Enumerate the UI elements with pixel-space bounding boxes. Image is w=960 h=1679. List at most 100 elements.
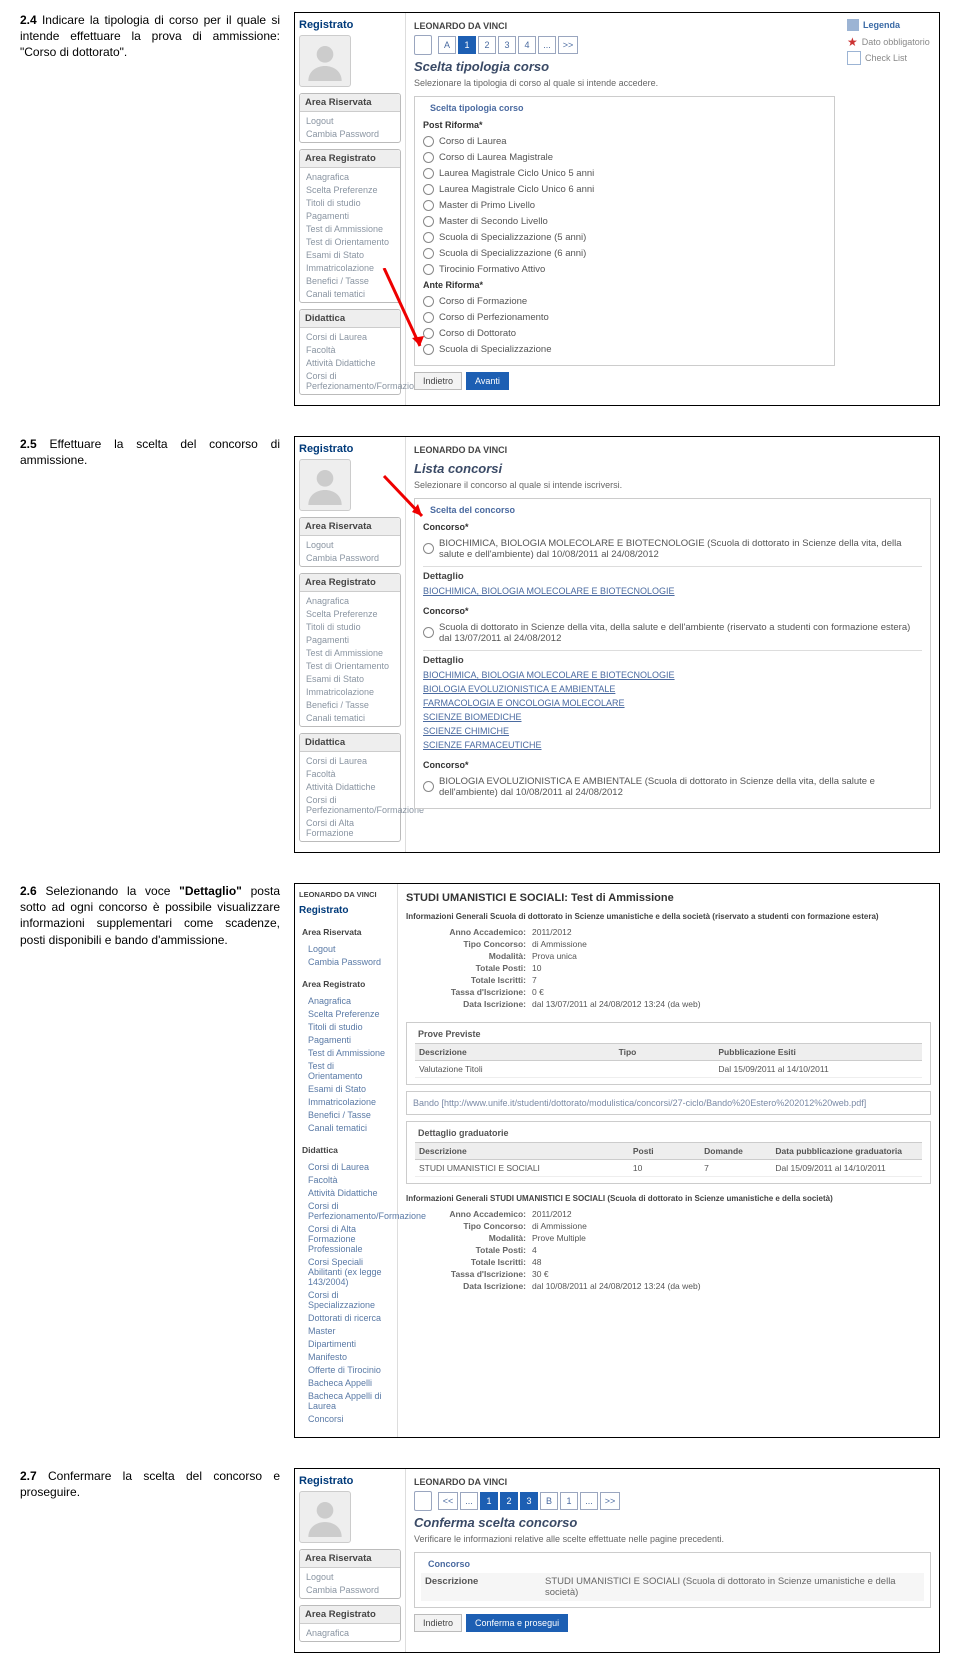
sidebar-item[interactable]: Benefici / Tasse: [302, 1108, 395, 1121]
sidebar-item[interactable]: Logout: [300, 1570, 400, 1583]
step-fwd[interactable]: >>: [600, 1492, 620, 1510]
sidebar-item[interactable]: Immatricolazione: [300, 685, 400, 698]
dettaglio-link[interactable]: SCIENZE BIOMEDICHE: [423, 710, 922, 724]
bando-link[interactable]: Bando [http://www.unife.it/studenti/dott…: [413, 1096, 924, 1110]
sidebar-item[interactable]: Corsi di Laurea: [302, 1160, 395, 1173]
sidebar-item[interactable]: Immatricolazione: [302, 1095, 395, 1108]
sidebar-item[interactable]: Titoli di studio: [302, 1020, 395, 1033]
sidebar-item[interactable]: Anagrafica: [300, 594, 400, 607]
radio-option[interactable]: Scuola di dottorato in Scienze della vit…: [423, 619, 922, 646]
step-4[interactable]: 4: [518, 36, 536, 54]
step-1[interactable]: 1: [480, 1492, 498, 1510]
sidebar-item[interactable]: Test di Orientamento: [302, 1059, 395, 1082]
sidebar-item[interactable]: Attività Didattiche: [302, 1186, 395, 1199]
sidebar-item[interactable]: Corsi di Perfezionamento/Formazione: [300, 369, 400, 392]
dettaglio-link[interactable]: SCIENZE CHIMICHE: [423, 724, 922, 738]
forward-button[interactable]: Avanti: [466, 372, 509, 390]
sidebar-item[interactable]: Facoltà: [300, 343, 400, 356]
sidebar-item[interactable]: Pagamenti: [302, 1033, 395, 1046]
sidebar-item[interactable]: Facoltà: [300, 767, 400, 780]
step-3[interactable]: 3: [498, 36, 516, 54]
sidebar-item[interactable]: Corsi di Alta Formazione Professionale: [302, 1222, 395, 1255]
dettaglio-link[interactable]: BIOCHIMICA, BIOLOGIA MOLECOLARE E BIOTEC…: [423, 584, 922, 598]
confirm-button[interactable]: Conferma e prosegui: [466, 1614, 568, 1632]
sidebar-item[interactable]: Anagrafica: [300, 170, 400, 183]
radio-option[interactable]: Corso di Dottorato: [423, 325, 826, 341]
radio-option[interactable]: Corso di Perfezionamento: [423, 309, 826, 325]
radio-option[interactable]: Corso di Formazione: [423, 293, 826, 309]
sidebar-item[interactable]: Test di Ammissione: [300, 222, 400, 235]
sidebar-item[interactable]: Benefici / Tasse: [300, 698, 400, 711]
sidebar-item[interactable]: Offerte di Tirocinio: [302, 1363, 395, 1376]
dettaglio-link[interactable]: BIOCHIMICA, BIOLOGIA MOLECOLARE E BIOTEC…: [423, 668, 922, 682]
sidebar-item[interactable]: Attività Didattiche: [300, 356, 400, 369]
step-a[interactable]: A: [438, 36, 456, 54]
step-1[interactable]: 1: [458, 36, 476, 54]
radio-option[interactable]: Scuola di Specializzazione (5 anni): [423, 229, 826, 245]
sidebar-item[interactable]: Concorsi: [302, 1412, 395, 1425]
sidebar-item[interactable]: Scelta Preferenze: [302, 1007, 395, 1020]
sidebar-item[interactable]: Canali tematici: [300, 711, 400, 724]
sidebar-item[interactable]: Test di Orientamento: [300, 659, 400, 672]
radio-option[interactable]: Tirocinio Formativo Attivo: [423, 261, 826, 277]
step-2[interactable]: 2: [478, 36, 496, 54]
sidebar-item[interactable]: Corsi di Laurea: [300, 330, 400, 343]
sidebar-item[interactable]: Canali tematici: [300, 287, 400, 300]
sidebar-item[interactable]: Esami di Stato: [302, 1082, 395, 1095]
radio-option[interactable]: Laurea Magistrale Ciclo Unico 5 anni: [423, 165, 826, 181]
radio-option[interactable]: Master di Primo Livello: [423, 197, 826, 213]
sidebar-item[interactable]: Corsi di Alta Formazione: [300, 816, 400, 839]
step-1b[interactable]: 1: [560, 1492, 578, 1510]
step-back[interactable]: <<: [438, 1492, 458, 1510]
back-button[interactable]: Indietro: [414, 1614, 462, 1632]
sidebar-item[interactable]: Bacheca Appelli: [302, 1376, 395, 1389]
radio-option[interactable]: Scuola di Specializzazione: [423, 341, 826, 357]
step-3[interactable]: 3: [520, 1492, 538, 1510]
radio-option[interactable]: Scuola di Specializzazione (6 anni): [423, 245, 826, 261]
step-b[interactable]: B: [540, 1492, 558, 1510]
sidebar-item[interactable]: Pagamenti: [300, 209, 400, 222]
radio-option[interactable]: BIOCHIMICA, BIOLOGIA MOLECOLARE E BIOTEC…: [423, 535, 922, 562]
sidebar-item[interactable]: Logout: [300, 538, 400, 551]
sidebar-item[interactable]: Corsi di Laurea: [300, 754, 400, 767]
sidebar-item[interactable]: Logout: [300, 114, 400, 127]
sidebar-item[interactable]: Corsi di Perfezionamento/Formazione: [302, 1199, 395, 1222]
radio-option[interactable]: Master di Secondo Livello: [423, 213, 826, 229]
sidebar-item[interactable]: Scelta Preferenze: [300, 607, 400, 620]
sidebar-item[interactable]: Esami di Stato: [300, 672, 400, 685]
radio-option[interactable]: Corso di Laurea: [423, 133, 826, 149]
sidebar-item[interactable]: Anagrafica: [300, 1626, 400, 1639]
sidebar-item[interactable]: Pagamenti: [300, 633, 400, 646]
step-fwd[interactable]: >>: [558, 36, 578, 54]
dettaglio-link[interactable]: BIOLOGIA EVOLUZIONISTICA E AMBIENTALE: [423, 682, 922, 696]
sidebar-item[interactable]: Facoltà: [302, 1173, 395, 1186]
sidebar-item[interactable]: Master: [302, 1324, 395, 1337]
sidebar-item[interactable]: Test di Ammissione: [302, 1046, 395, 1059]
sidebar-item[interactable]: Anagrafica: [302, 994, 395, 1007]
radio-option[interactable]: BIOLOGIA EVOLUZIONISTICA E AMBIENTALE (S…: [423, 773, 922, 800]
sidebar-item[interactable]: Benefici / Tasse: [300, 274, 400, 287]
sidebar-item[interactable]: Logout: [302, 942, 395, 955]
sidebar-item[interactable]: Dottorati di ricerca: [302, 1311, 395, 1324]
sidebar-item[interactable]: Attività Didattiche: [300, 780, 400, 793]
radio-option[interactable]: Laurea Magistrale Ciclo Unico 6 anni: [423, 181, 826, 197]
sidebar-item[interactable]: Immatricolazione: [300, 261, 400, 274]
dettaglio-link[interactable]: SCIENZE FARMACEUTICHE: [423, 738, 922, 752]
radio-option[interactable]: Corso di Laurea Magistrale: [423, 149, 826, 165]
sidebar-item[interactable]: Scelta Preferenze: [300, 183, 400, 196]
sidebar-item[interactable]: Test di Ammissione: [300, 646, 400, 659]
step-2[interactable]: 2: [500, 1492, 518, 1510]
sidebar-item[interactable]: Titoli di studio: [300, 196, 400, 209]
sidebar-item[interactable]: Titoli di studio: [300, 620, 400, 633]
sidebar-item[interactable]: Corsi di Specializzazione: [302, 1288, 395, 1311]
dettaglio-link[interactable]: FARMACOLOGIA E ONCOLOGIA MOLECOLARE: [423, 696, 922, 710]
sidebar-item[interactable]: Cambia Password: [300, 1583, 400, 1596]
sidebar-item[interactable]: Manifesto: [302, 1350, 395, 1363]
sidebar-item[interactable]: Test di Orientamento: [300, 235, 400, 248]
sidebar-item[interactable]: Dipartimenti: [302, 1337, 395, 1350]
sidebar-item[interactable]: Esami di Stato: [300, 248, 400, 261]
back-button[interactable]: Indietro: [414, 372, 462, 390]
sidebar-item[interactable]: Corsi di Perfezionamento/Formazione: [300, 793, 400, 816]
sidebar-item[interactable]: Cambia Password: [300, 551, 400, 564]
sidebar-item[interactable]: Cambia Password: [300, 127, 400, 140]
